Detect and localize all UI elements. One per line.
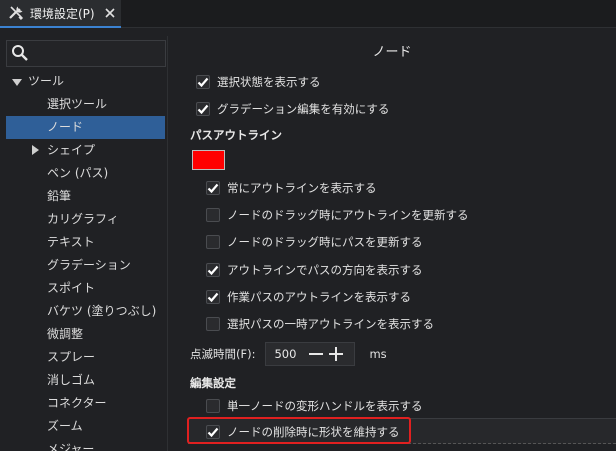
tree-item-gradient[interactable]: グラデーション xyxy=(0,254,167,277)
checkmark-icon xyxy=(197,77,209,88)
temp-outline-label: 選択パスの一時アウトラインを表示する xyxy=(227,317,434,331)
path-direction-checkbox[interactable] xyxy=(206,263,220,277)
tree-item-calligraphy[interactable]: カリグラフィ xyxy=(0,208,167,231)
path-update-drag-label: ノードのドラッグ時にパスを更新する xyxy=(227,235,423,249)
plus-icon[interactable] xyxy=(328,346,344,362)
chevron-down-icon[interactable] xyxy=(12,79,22,86)
checkmark-icon xyxy=(207,183,219,194)
tree-item-pen[interactable]: ペン (パス) xyxy=(0,162,167,185)
outline-option-6[interactable]: 選択パスの一時アウトラインを表示する xyxy=(206,313,434,335)
show-selection-option[interactable]: 選択状態を表示する xyxy=(196,71,321,93)
path-direction-label: アウトラインでパスの方向を表示する xyxy=(227,263,423,277)
outline-option-5[interactable]: 作業パスのアウトラインを表示する xyxy=(206,286,411,308)
edit-settings-heading: 編集設定 xyxy=(190,376,236,390)
search-input[interactable] xyxy=(6,40,166,67)
outline-option-3[interactable]: ノードのドラッグ時にパスを更新する xyxy=(206,231,423,253)
outline-option-2[interactable]: ノードのドラッグ時にアウトラインを更新する xyxy=(206,204,469,226)
checkmark-icon xyxy=(207,265,219,276)
blink-time-spinbox[interactable]: 500 xyxy=(265,342,356,366)
tree-item-connector[interactable]: コネクター xyxy=(0,392,167,415)
tab-preferences[interactable]: 環境設定(P) xyxy=(0,0,121,28)
show-selection-label: 選択状態を表示する xyxy=(217,75,321,89)
temp-outline-checkbox[interactable] xyxy=(206,317,220,331)
outline-option-1[interactable]: 常にアウトラインを表示する xyxy=(206,177,377,199)
gradient-edit-checkbox[interactable] xyxy=(196,102,210,116)
gradient-edit-label: グラデーション編集を有効にする xyxy=(217,102,390,116)
edit-option-1[interactable]: 単一ノードの変形ハンドルを表示する xyxy=(206,395,423,417)
search-icon xyxy=(11,44,29,62)
settings-panel: ノード 選択状態を表示する グラデーション編集を有効にする パスアウトライン 常… xyxy=(168,36,616,451)
outline-always-checkbox[interactable] xyxy=(206,181,220,195)
blink-time-unit: ms xyxy=(369,347,387,361)
tab-bar: 環境設定(P) xyxy=(0,0,616,28)
path-outline-heading: パスアウトライン xyxy=(190,128,282,142)
sidebar: ツール 選択ツール ノード シェイプ ペン (パス) 鉛筆 カリグラフィ テキス… xyxy=(0,36,168,451)
blink-time-label: 点滅時間(F): xyxy=(190,347,256,361)
outline-update-drag-label: ノードのドラッグ時にアウトラインを更新する xyxy=(227,208,469,222)
blink-time-row: 点滅時間(F): 500 ms xyxy=(190,342,387,366)
tab-title: 環境設定(P) xyxy=(30,6,95,21)
tree-item-node[interactable]: ノード xyxy=(6,116,165,139)
page-title: ノード xyxy=(372,45,412,60)
blink-time-value[interactable]: 500 xyxy=(274,347,304,361)
outline-update-drag-checkbox[interactable] xyxy=(206,208,220,222)
tree-item-selector[interactable]: 選択ツール xyxy=(0,93,167,116)
outline-option-4[interactable]: アウトラインでパスの方向を表示する xyxy=(206,259,423,281)
tree-item-tools[interactable]: ツール xyxy=(0,70,167,93)
path-update-drag-checkbox[interactable] xyxy=(206,235,220,249)
close-icon[interactable] xyxy=(103,6,117,20)
tree-item-zoom[interactable]: ズーム xyxy=(0,415,167,438)
tree-item-eraser[interactable]: 消しゴム xyxy=(0,369,167,392)
outline-always-label: 常にアウトラインを表示する xyxy=(227,181,377,195)
single-node-handles-label: 単一ノードの変形ハンドルを表示する xyxy=(227,399,423,413)
chevron-right-icon[interactable] xyxy=(32,145,39,155)
checkmark-icon xyxy=(207,292,219,303)
show-selection-checkbox[interactable] xyxy=(196,75,210,89)
minus-icon[interactable] xyxy=(308,346,324,362)
tree-item-tweak[interactable]: 微調整 xyxy=(0,323,167,346)
tree-item-pencil[interactable]: 鉛筆 xyxy=(0,185,167,208)
outline-color-swatch[interactable] xyxy=(192,150,225,170)
tree-item-spray[interactable]: スプレー xyxy=(0,346,167,369)
single-node-handles-checkbox[interactable] xyxy=(206,399,220,413)
tree-item-text[interactable]: テキスト xyxy=(0,231,167,254)
tree: ツール 選択ツール ノード シェイプ ペン (パス) 鉛筆 カリグラフィ テキス… xyxy=(0,70,167,451)
checkmark-icon xyxy=(197,104,209,115)
tree-item-measure[interactable]: メジャー xyxy=(0,438,167,451)
work-path-outline-checkbox[interactable] xyxy=(206,290,220,304)
tools-icon xyxy=(6,3,26,23)
tree-item-dropper[interactable]: スポイト xyxy=(0,277,167,300)
tree-item-paint-bucket[interactable]: バケツ (塗りつぶし) xyxy=(0,300,167,323)
highlight-box xyxy=(187,417,411,444)
tree-item-shapes[interactable]: シェイプ xyxy=(0,139,167,162)
gradient-edit-option[interactable]: グラデーション編集を有効にする xyxy=(196,98,389,120)
work-path-outline-label: 作業パスのアウトラインを表示する xyxy=(227,290,411,304)
